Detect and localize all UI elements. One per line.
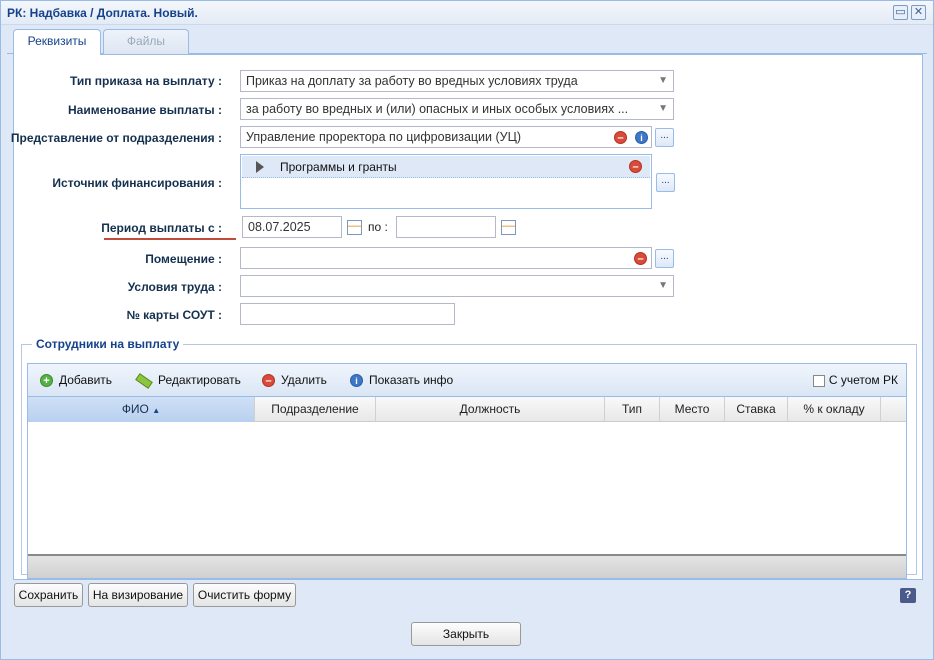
grid-toolbar: + Добавить Редактировать – Удалить i Показа… — [28, 364, 906, 397]
edit-button[interactable]: Редактировать — [135, 372, 241, 389]
room-label: Помещение : — [145, 252, 222, 266]
close-button[interactable]: Закрыть — [411, 622, 521, 646]
calendar-icon[interactable] — [347, 220, 362, 235]
grid-header: ФИО ▲ Подразделение Должность Тип Место … — [28, 397, 906, 422]
payment-name-combo[interactable]: за работу во вредных и (или) опасных и и… — [240, 98, 674, 120]
rk-checkbox-label: С учетом РК — [828, 373, 898, 387]
clear-form-button[interactable]: Очистить форму — [193, 583, 296, 607]
column-label: ФИО — [121, 402, 149, 416]
payment-name-label: Наименование выплаты : — [68, 103, 222, 117]
employees-fieldset: Сотрудники на выплату + Добавить Редактир… — [21, 337, 917, 579]
conditions-label: Условия труда : — [127, 280, 222, 294]
title-bar[interactable]: РК: Надбавка / Доплата. Новый. ▭ ✕ — [1, 1, 933, 25]
rk-checkbox[interactable]: С учетом РК — [812, 373, 898, 387]
period-to-label: по : — [368, 220, 388, 234]
delete-icon: – — [262, 374, 275, 388]
order-type-combo[interactable]: Приказ на доплату за работу во вредных у… — [240, 70, 674, 92]
employees-grid: + Добавить Редактировать – Удалить i Показа… — [27, 363, 907, 579]
chevron-down-icon[interactable]: ▼ — [658, 99, 668, 119]
add-button[interactable]: + Добавить — [40, 373, 113, 388]
window-title: РК: Надбавка / Доплата. Новый. — [7, 6, 198, 20]
save-button[interactable]: Сохранить — [14, 583, 83, 607]
column-division[interactable]: Подразделение — [255, 397, 376, 422]
calendar-icon[interactable] — [501, 220, 516, 235]
conditions-combo[interactable]: ▼ — [240, 275, 674, 297]
grid-footer — [28, 554, 906, 578]
funding-label: Источник финансирования : — [52, 176, 222, 190]
tab-files[interactable]: Файлы — [103, 29, 189, 54]
expand-arrow-icon[interactable] — [256, 161, 264, 173]
period-label: Период выплаты с : — [101, 221, 222, 235]
add-icon: + — [40, 374, 53, 388]
column-type[interactable]: Тип — [605, 397, 660, 422]
restore-icon[interactable]: ▭ — [893, 5, 908, 20]
close-icon[interactable]: ✕ — [911, 5, 926, 20]
period-from-value: 08.07.2025 — [248, 220, 311, 234]
chevron-down-icon[interactable]: ▼ — [658, 71, 668, 91]
column-position[interactable]: Должность — [376, 397, 605, 422]
info-icon[interactable]: i — [635, 131, 648, 144]
help-icon[interactable]: ? — [900, 588, 916, 603]
period-from-field[interactable]: 08.07.2025 — [242, 216, 342, 238]
delete-label: Удалить — [281, 373, 327, 387]
room-select-button[interactable]: ... — [655, 249, 674, 268]
sort-asc-icon: ▲ — [152, 406, 161, 415]
info-icon: i — [350, 374, 363, 388]
add-label: Добавить — [59, 373, 113, 387]
show-info-button[interactable]: i Показать инфо — [350, 373, 454, 388]
clear-division-icon[interactable]: – — [614, 131, 627, 144]
clear-room-icon[interactable]: – — [634, 252, 647, 265]
employees-legend: Сотрудники на выплату — [36, 337, 180, 351]
tab-requisites[interactable]: Реквизиты — [13, 29, 101, 55]
checkbox-icon[interactable] — [812, 374, 825, 387]
edit-label: Редактировать — [158, 373, 241, 387]
order-type-label: Тип приказа на выплату : — [69, 74, 222, 88]
payment-name-value: за работу во вредных и (или) опасных и и… — [246, 102, 629, 116]
division-select-button[interactable]: ... — [655, 128, 674, 147]
remove-funding-icon[interactable]: – — [629, 160, 642, 173]
column-rate[interactable]: Ставка — [725, 397, 788, 422]
show-info-label: Показать инфо — [369, 373, 454, 387]
room-field[interactable] — [240, 247, 652, 269]
dialog-window: РК: Надбавка / Доплата. Новый. ▭ ✕ Рекви… — [0, 0, 934, 660]
period-to-field[interactable] — [396, 216, 496, 238]
tab-strip: Реквизиты Файлы — [7, 28, 927, 55]
pencil-icon — [135, 372, 153, 389]
sout-field[interactable] — [240, 303, 455, 325]
column-salary-percent[interactable]: % к окладу — [788, 397, 881, 422]
period-label-underline — [104, 238, 236, 240]
order-type-value: Приказ на доплату за работу во вредных у… — [246, 74, 578, 88]
send-for-approval-button[interactable]: На визирование — [88, 583, 188, 607]
funding-select-button[interactable]: ... — [656, 173, 675, 192]
list-item[interactable]: Программы и гранты – — [242, 156, 650, 178]
funding-list[interactable]: Программы и гранты – — [240, 154, 652, 209]
funding-item-label: Программы и гранты — [280, 160, 397, 174]
division-value: Управление проректора по цифровизации (У… — [246, 130, 521, 144]
requisites-panel: Тип приказа на выплату : Приказ на допла… — [10, 54, 923, 580]
column-place[interactable]: Место — [660, 397, 725, 422]
division-field[interactable]: Управление проректора по цифровизации (У… — [240, 126, 652, 148]
chevron-down-icon[interactable]: ▼ — [658, 276, 668, 296]
division-label: Представление от подразделения : — [10, 131, 222, 145]
column-fio[interactable]: ФИО ▲ — [28, 397, 255, 422]
sout-label: № карты СОУТ : — [126, 308, 222, 322]
delete-button[interactable]: – Удалить — [262, 373, 327, 388]
